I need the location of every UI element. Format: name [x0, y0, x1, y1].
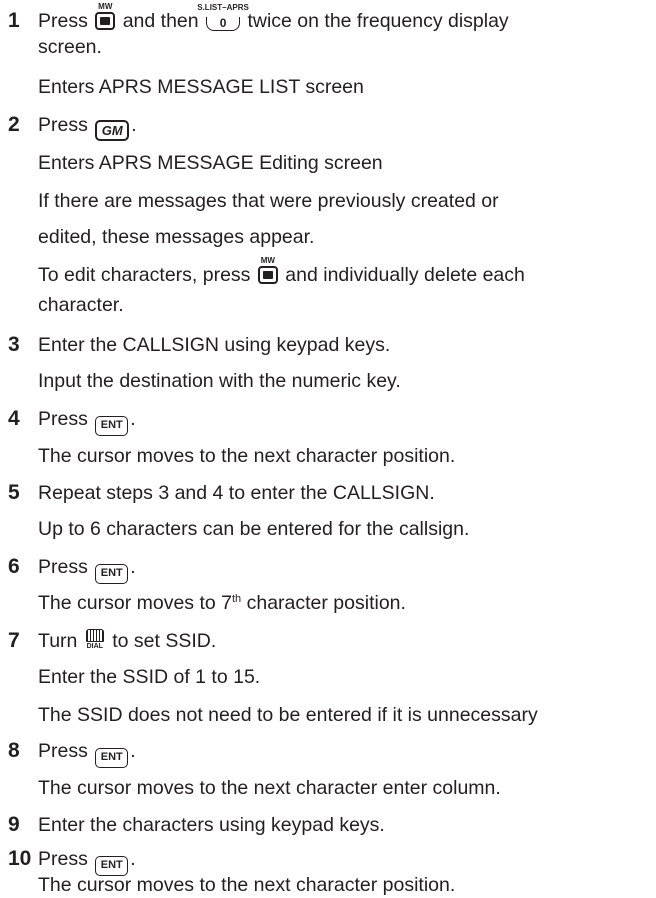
step-2-edit-line2: character.: [38, 294, 124, 316]
step-number: 4: [8, 407, 20, 430]
step-number: 9: [8, 813, 20, 836]
step-2-note-line1: If there are messages that were previous…: [38, 190, 499, 212]
step-8: 8 Press ENT.: [8, 738, 136, 768]
step-7: 7 Turn DIAL to set SSID.: [8, 629, 217, 653]
step-number: 1: [8, 9, 20, 32]
gm-key-icon: GM: [95, 120, 130, 141]
step-1-result: Enters APRS MESSAGE LIST screen: [38, 76, 364, 98]
zero-slist-aprs-key-icon: S.LIST–APRS 0: [197, 3, 249, 31]
step-4: 4 Press ENT.: [8, 406, 136, 436]
step-1: 1 Press MW and then S.LIST–APRS 0 twice …: [8, 2, 509, 58]
step-2-result: Enters APRS MESSAGE Editing screen: [38, 152, 383, 174]
step-7-note-1: Enter the SSID of 1 to 15.: [38, 666, 261, 688]
ent-key-icon: ENT: [95, 416, 129, 436]
step-2: 2 Press GM.: [8, 112, 137, 141]
step-10-result: The cursor moves to the next character p…: [38, 874, 456, 896]
step-number: 8: [8, 739, 20, 762]
step-5-note: Up to 6 characters can be entered for th…: [38, 518, 470, 540]
ent-key-icon: ENT: [95, 564, 129, 584]
step-number: 10: [8, 847, 32, 870]
step-number: 2: [8, 113, 20, 136]
step-3: 3 Enter the CALLSIGN using keypad keys.: [8, 333, 391, 356]
step-3-note: Input the destination with the numeric k…: [38, 370, 401, 392]
step-6-result: The cursor moves to 7th character positi…: [38, 592, 406, 614]
step-4-result: The cursor moves to the next character p…: [38, 445, 456, 467]
step-2-edit-line1: To edit characters, press MW and individ…: [38, 256, 525, 286]
step-9: 9 Enter the characters using keypad keys…: [8, 813, 385, 836]
step-number: 5: [8, 481, 20, 504]
step-5: 5 Repeat steps 3 and 4 to enter the CALL…: [8, 481, 435, 504]
dial-knob-icon: DIAL: [85, 629, 105, 653]
mw-f-key-icon: MW: [95, 2, 116, 30]
step-number: 7: [8, 629, 20, 652]
step-7-note-2: The SSID does not need to be entered if …: [38, 704, 538, 726]
step-8-result: The cursor moves to the next character e…: [38, 777, 501, 799]
step-2-note-line2: edited, these messages appear.: [38, 226, 315, 248]
step-number: 6: [8, 555, 20, 578]
step-6: 6 Press ENT.: [8, 554, 136, 584]
mw-f-key-icon: MW: [257, 256, 278, 284]
ent-key-icon: ENT: [95, 748, 129, 768]
instruction-page: 1 Press MW and then S.LIST–APRS 0 twice …: [0, 0, 656, 896]
step-number: 3: [8, 333, 20, 356]
